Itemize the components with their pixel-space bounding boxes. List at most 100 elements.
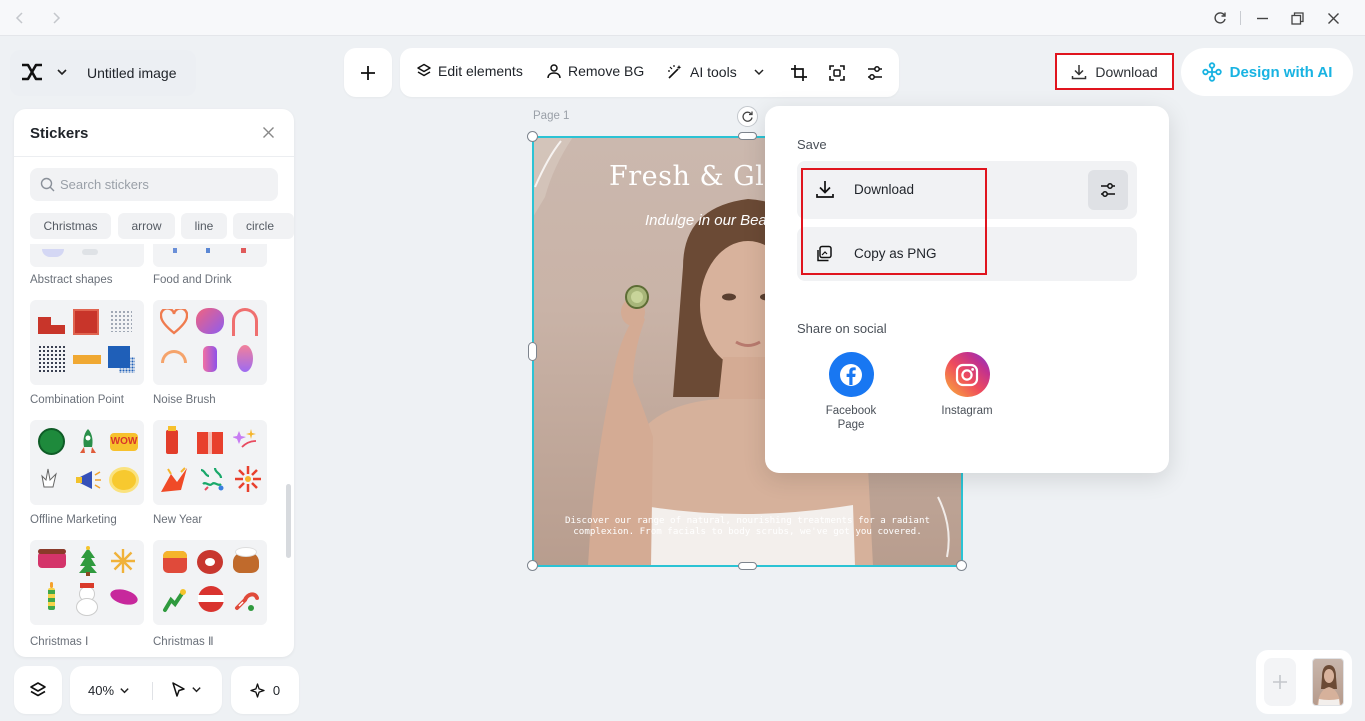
page-label: Page 1 <box>533 110 570 122</box>
facebook-label: Facebook Page <box>825 405 877 431</box>
refresh-icon[interactable] <box>1210 8 1230 28</box>
resize-handle-bottom-right[interactable] <box>956 560 967 571</box>
download-menu-label: Download <box>854 182 915 197</box>
ai-tools-label: AI tools <box>690 64 737 80</box>
add-button[interactable] <box>344 48 392 97</box>
chevron-down-icon <box>120 688 129 694</box>
category-label: Offline Marketing <box>30 514 117 526</box>
zoom-controls: 40% <box>70 666 222 714</box>
facebook-icon <box>828 352 874 397</box>
document-title[interactable]: Untitled image <box>87 65 177 81</box>
remove-bg-button[interactable]: Remove BG <box>546 63 644 79</box>
layers-icon <box>417 63 431 77</box>
instagram-icon <box>944 352 990 397</box>
chip-line[interactable]: line <box>181 213 227 239</box>
layers-button[interactable] <box>14 666 62 714</box>
chip-arrow[interactable]: arrow <box>118 213 175 239</box>
close-panel-icon[interactable] <box>262 126 275 139</box>
window-titlebar <box>0 0 1365 36</box>
resize-handle-top[interactable] <box>738 132 757 140</box>
resize-handle-top-left[interactable] <box>527 131 538 142</box>
magic-wand-icon <box>668 65 682 79</box>
stickers-panel: Stickers Christmas arrow line circle Abs… <box>14 109 294 657</box>
copy-icon <box>817 245 832 262</box>
sparkle-icon <box>250 682 265 698</box>
cursor-icon <box>172 682 185 697</box>
category-label: Combination Point <box>30 394 124 406</box>
ai-sparkle-icon <box>1201 62 1222 82</box>
download-popover: Save Download Copy as PNG Share on socia… <box>765 106 1169 473</box>
crop-button[interactable] <box>789 63 809 83</box>
add-page-button[interactable] <box>1264 658 1296 706</box>
category-label: Noise Brush <box>153 394 216 406</box>
rotate-handle[interactable] <box>737 106 758 127</box>
design-with-ai-button[interactable]: Design with AI <box>1181 48 1353 96</box>
sticker-tile-noise-brush[interactable] <box>153 300 267 385</box>
chevron-down-icon <box>192 687 201 693</box>
rotate-icon <box>742 111 753 122</box>
credits-button[interactable]: 0 <box>231 666 299 714</box>
download-button[interactable]: Download <box>1055 53 1174 90</box>
chevron-down-icon[interactable] <box>56 66 68 78</box>
restore-icon[interactable] <box>1287 8 1307 28</box>
zoom-select[interactable]: 40% <box>88 683 130 698</box>
zoom-separator <box>152 682 153 700</box>
page-thumbnail[interactable] <box>1312 658 1344 706</box>
sliders-icon <box>868 66 882 80</box>
chip-christmas[interactable]: Christmas <box>30 213 111 239</box>
zoom-value: 40% <box>88 683 115 698</box>
chip-circle[interactable]: circle <box>233 213 294 239</box>
scan-button[interactable] <box>827 63 847 83</box>
capcut-logo-icon[interactable] <box>20 62 44 82</box>
sticker-tile-combination-point[interactable] <box>30 300 144 385</box>
scan-icon <box>829 65 845 81</box>
artboard-body-text[interactable]: Discover our range of natural, nourishin… <box>553 515 942 537</box>
sticker-tile-christmas-2[interactable] <box>153 540 267 625</box>
edit-elements-label: Edit elements <box>438 63 523 79</box>
adjust-button[interactable] <box>865 63 885 83</box>
sticker-category-list: Abstract shapes Food and Drink Combinati… <box>14 244 294 657</box>
category-label: New Year <box>153 514 203 526</box>
editing-toolbar: Edit elements Remove BG AI tools <box>400 48 899 97</box>
download-settings-button[interactable] <box>1088 170 1128 210</box>
forward-icon[interactable] <box>46 8 66 28</box>
category-label: Abstract shapes <box>30 274 113 286</box>
chevron-down-icon <box>754 69 764 76</box>
crop-icon <box>791 65 807 81</box>
plus-icon <box>361 65 375 80</box>
share-heading: Share on social <box>797 321 887 336</box>
search-icon <box>40 177 55 192</box>
ai-tools-button[interactable]: AI tools <box>666 63 765 81</box>
save-heading: Save <box>797 137 827 152</box>
credits-count: 0 <box>272 682 281 698</box>
panel-title: Stickers <box>30 125 89 142</box>
category-label: Christmas Ⅰ <box>30 636 89 648</box>
download-button-label: Download <box>1095 63 1158 80</box>
design-with-ai-label: Design with AI <box>1229 63 1333 81</box>
resize-handle-bottom-left[interactable] <box>527 560 538 571</box>
edit-elements-button[interactable]: Edit elements <box>416 63 523 79</box>
resize-handle-bottom[interactable] <box>738 562 757 570</box>
sticker-tile-abstract-shapes[interactable] <box>30 244 144 267</box>
plus-icon <box>1273 675 1287 689</box>
person-icon <box>547 64 561 79</box>
panel-scrollbar[interactable] <box>286 484 291 558</box>
sticker-search-box[interactable] <box>30 168 278 201</box>
back-icon[interactable] <box>10 8 30 28</box>
resize-handle-left[interactable] <box>528 342 537 361</box>
pointer-tool-select[interactable] <box>170 681 202 698</box>
search-input[interactable] <box>60 168 270 201</box>
sticker-tile-food-drink[interactable] <box>153 244 267 267</box>
close-window-icon[interactable] <box>1323 8 1343 28</box>
download-icon <box>1072 64 1087 79</box>
minimize-icon[interactable] <box>1252 8 1272 28</box>
share-instagram-button[interactable]: Instagram <box>931 352 1003 418</box>
sliders-icon <box>1101 183 1115 197</box>
download-icon <box>816 181 834 198</box>
sticker-tile-christmas-1[interactable] <box>30 540 144 625</box>
sticker-tile-offline-marketing[interactable]: WOW <box>30 420 144 505</box>
copy-as-png-menu-item[interactable]: Copy as PNG <box>797 227 1137 281</box>
share-facebook-button[interactable]: Facebook Page <box>815 352 887 432</box>
download-menu-item[interactable]: Download <box>797 161 1137 219</box>
sticker-tile-new-year[interactable] <box>153 420 267 505</box>
